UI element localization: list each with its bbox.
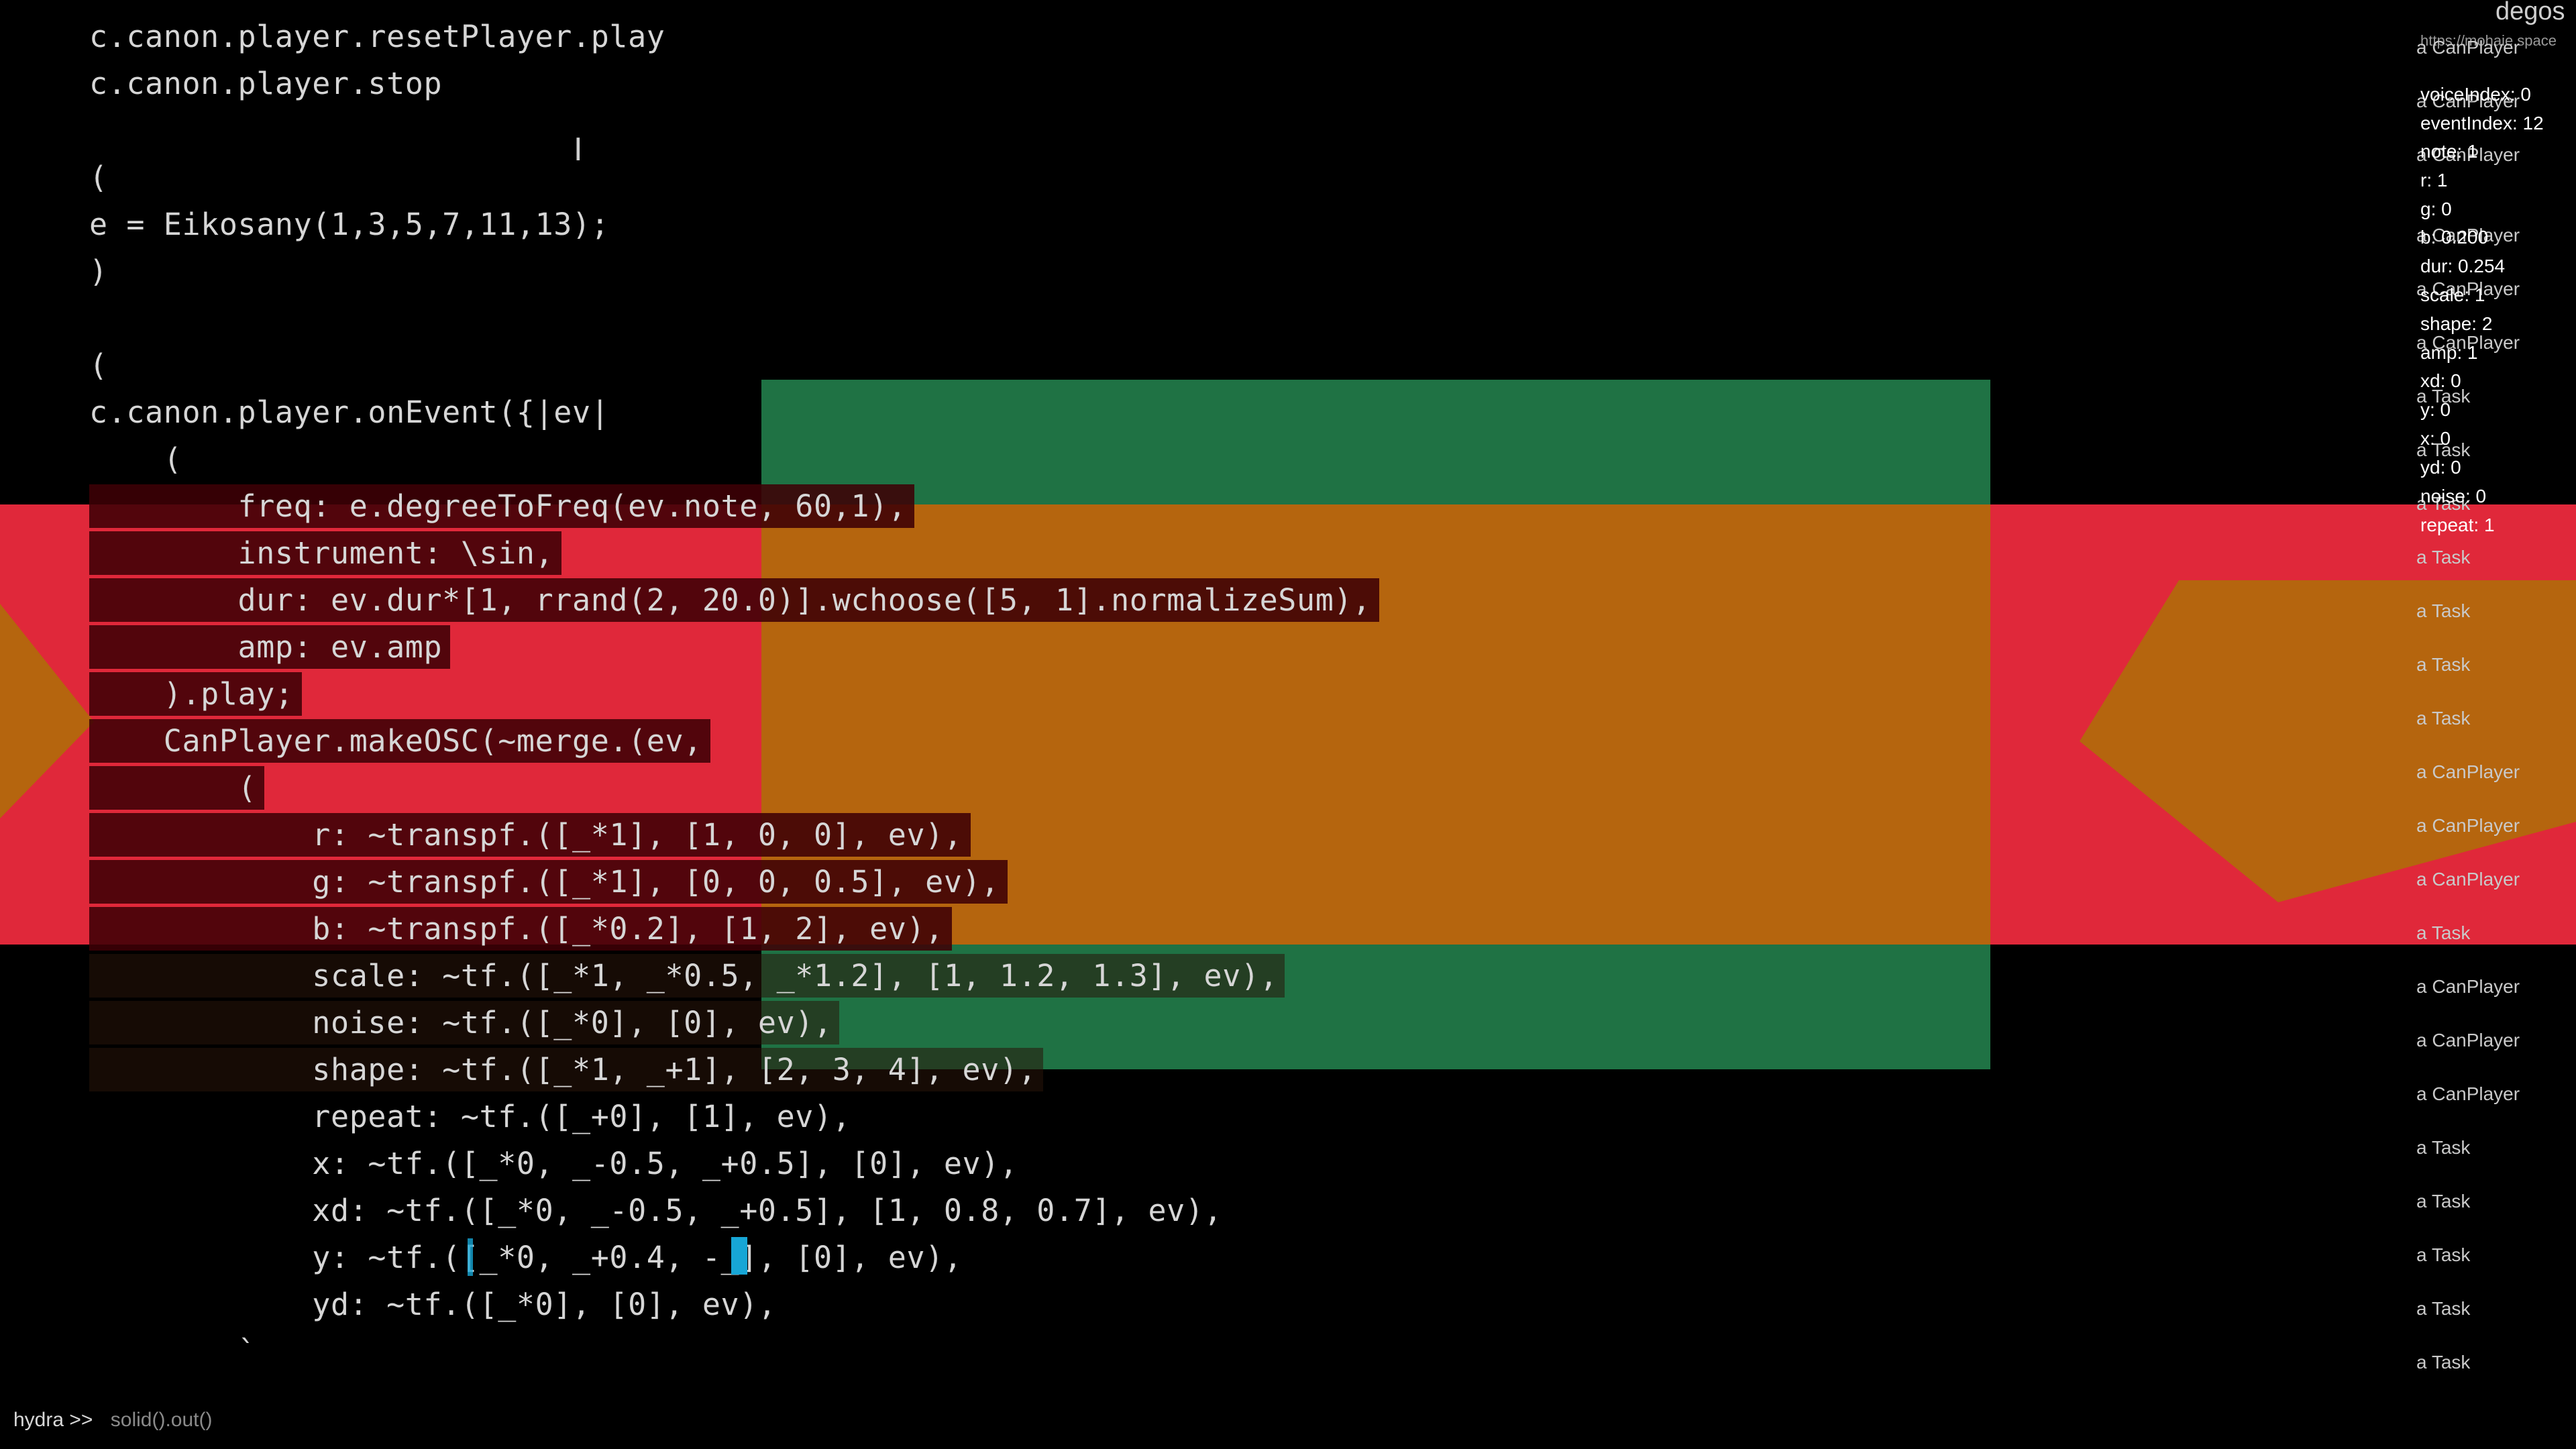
code-line-highlighted[interactable]: scale: ~tf.([_*1, _*0.5, _*1.2], [1, 1.2…	[89, 953, 1285, 1000]
code-line[interactable]: (	[89, 436, 182, 483]
event-field: xd: 0	[2420, 370, 2461, 391]
code-line-highlighted[interactable]: r: ~transpf.([_*1], [1, 0, 0], ev),	[89, 812, 971, 859]
event-field: voiceIndex: 0	[2420, 84, 2531, 105]
mouse-ibeam-icon: I	[574, 131, 583, 168]
event-field: amp: 1	[2420, 342, 2478, 363]
player-list-item: a CanPlayer	[2416, 761, 2520, 782]
player-list-item: a Task	[2416, 654, 2471, 675]
code-line-highlighted[interactable]: CanPlayer.makeOSC(~merge.(ev,	[89, 718, 710, 765]
code-line[interactable]: (	[89, 154, 108, 201]
player-list-item: a CanPlayer	[2416, 1083, 2520, 1104]
code-line-highlighted[interactable]: dur: ev.dur*[1, rrand(2, 20.0)].wchoose(…	[89, 577, 1379, 624]
event-field: y: 0	[2420, 399, 2451, 420]
code-line-highlighted[interactable]: g: ~transpf.([_*1], [0, 0, 0.5], ev),	[89, 859, 1008, 906]
code-line-highlighted[interactable]: instrument: \sin,	[89, 530, 562, 577]
code-line[interactable]: )	[89, 248, 108, 295]
code-line[interactable]: c.canon.player.onEvent({|ev|	[89, 389, 609, 436]
matching-bracket-marker	[468, 1238, 473, 1276]
player-list-item: a CanPlayer	[2416, 1030, 2520, 1051]
event-field: shape: 2	[2420, 313, 2493, 334]
code-line-highlighted[interactable]: noise: ~tf.([_*0], [0], ev),	[89, 1000, 839, 1046]
player-list-item: a Task	[2416, 708, 2471, 729]
code-line[interactable]: c.canon.player.resetPlayer.play	[89, 13, 665, 60]
player-list-item: a CanPlayer	[2416, 976, 2520, 997]
code-line-highlighted[interactable]: shape: ~tf.([_*1, _+1], [2, 3, 4], ev),	[89, 1046, 1044, 1093]
code-line-highlighted[interactable]: ).play;	[89, 671, 302, 718]
hydra-prompt: hydra >>	[13, 1409, 93, 1431]
code-line[interactable]: repeat: ~tf.([_+0], [1], ev),	[89, 1093, 851, 1140]
player-list-item: a Task	[2416, 1298, 2471, 1319]
event-field: note: 1	[2420, 141, 2478, 162]
event-field: x: 0	[2420, 428, 2451, 449]
code-editor[interactable]: c.canon.player.resetPlayer.play c.canon.…	[0, 0, 2348, 1409]
code-line[interactable]: y: ~tf.([_*0, _+0.4, -_], [0], ev),	[89, 1234, 963, 1281]
player-list-item: a Task	[2416, 547, 2471, 568]
player-list-item: a Task	[2416, 1191, 2471, 1212]
event-field: dur: 0.254	[2420, 256, 2506, 276]
player-list-item: a CanPlayer	[2416, 37, 2520, 58]
event-field: noise: 0	[2420, 486, 2487, 506]
event-field: scale: 1	[2420, 284, 2485, 305]
event-field: repeat: 1	[2420, 515, 2495, 535]
code-line-highlighted[interactable]: freq: e.degreeToFreq(ev.note, 60,1),	[89, 483, 915, 530]
code-line[interactable]: `	[89, 1328, 256, 1375]
player-list-item: a Task	[2416, 1137, 2471, 1158]
text-cursor	[731, 1237, 747, 1275]
hydra-status-bar[interactable]: hydra >> solid().out()	[13, 1409, 212, 1432]
code-line[interactable]: x: ~tf.([_*0, _-0.5, _+0.5], [0], ev),	[89, 1140, 1018, 1187]
player-list-item: a Task	[2416, 1352, 2471, 1373]
hydra-command[interactable]: solid().out()	[111, 1409, 213, 1431]
code-line-highlighted[interactable]: (	[89, 765, 265, 812]
player-list-item: a CanPlayer	[2416, 869, 2520, 890]
code-line[interactable]: c.canon.player.stop	[89, 60, 442, 107]
code-line[interactable]: e = Eikosany(1,3,5,7,11,13);	[89, 201, 609, 248]
player-list-item: a Task	[2416, 922, 2471, 943]
code-line[interactable]: xd: ~tf.([_*0, _-0.5, _+0.5], [1, 0.8, 0…	[89, 1187, 1222, 1234]
player-list-item: a Task	[2416, 600, 2471, 621]
code-line[interactable]: (	[89, 342, 108, 389]
code-line[interactable]: yd: ~tf.([_*0], [0], ev),	[89, 1281, 777, 1328]
event-field: eventIndex: 12	[2420, 113, 2544, 133]
player-list-item: a CanPlayer	[2416, 815, 2520, 836]
player-list-item: a Task	[2416, 1244, 2471, 1265]
event-field: r: 1	[2420, 170, 2448, 191]
event-field: yd: 0	[2420, 457, 2461, 478]
code-line-highlighted[interactable]: b: ~transpf.([_*0.2], [1, 2], ev),	[89, 906, 952, 953]
code-line-highlighted[interactable]: amp: ev.amp	[89, 624, 451, 671]
event-field: g: 0	[2420, 199, 2452, 219]
player-list-panel: a CanPlayer a CanPlayer a CanPlayer a Ca…	[2402, 0, 2576, 1449]
event-field: b: 0.200	[2420, 227, 2489, 248]
